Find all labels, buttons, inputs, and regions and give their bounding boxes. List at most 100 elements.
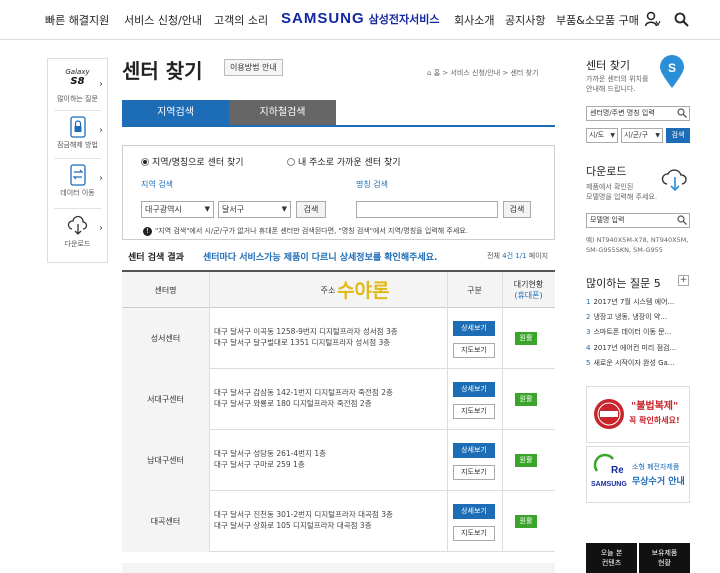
detail-button[interactable]: 상세보기 xyxy=(453,443,495,458)
sidebar-download-title: 다운로드 xyxy=(586,165,627,178)
galaxy-label: Galaxy xyxy=(65,68,90,76)
center-name: 대곡센터 xyxy=(122,491,209,552)
status-badge: 원활 xyxy=(515,454,537,467)
sidebar-search-button[interactable]: 검색 xyxy=(666,128,690,143)
divider xyxy=(447,272,448,552)
recent-contents-button[interactable]: 오늘 본 컨텐츠 xyxy=(586,543,637,573)
faq-text: 2017년 7월 시스템 에어... xyxy=(593,298,675,306)
info-icon: ! xyxy=(143,227,152,236)
nav-quick-support[interactable]: 빠른 해결지원 xyxy=(45,12,109,28)
address-lot: 대구 달서구 진천동 301-2번지 디지털프라자 대곡점 3층 xyxy=(214,510,393,519)
nav-service-request[interactable]: 서비스 신청/안내 xyxy=(124,12,202,28)
nav-notice[interactable]: 공지사항 xyxy=(505,12,545,28)
sidebar-find-title: 센터 찾기 xyxy=(586,59,630,72)
search-icon[interactable] xyxy=(677,215,687,225)
chevron-right-icon: › xyxy=(99,125,103,136)
banner-anti-piracy[interactable]: "불법복제" 꼭 확인하세요! xyxy=(586,386,690,443)
region-search-button[interactable]: 검색 xyxy=(296,201,326,218)
faq-text: 2017년 에어컨 미리 점검... xyxy=(593,344,677,352)
sidebar-district-select[interactable]: 시/군/구 ▼ xyxy=(621,128,663,143)
table-row: 서대구센터 대구 달서구 감삼동 142-1번지 디지털프라자 죽전점 2층 대구… xyxy=(122,369,555,430)
faq-more-button[interactable]: + xyxy=(678,275,689,286)
results-table: 센터명 주소 구분 대기현황 (휴대폰) 수야론 성서센터 대구 달서구 이곡동… xyxy=(122,270,555,552)
faq-item[interactable]: 3 스마트폰 데이터 이동 문... xyxy=(586,327,671,337)
city-select-value: 시/도 xyxy=(589,131,605,139)
center-address: 대구 달서구 이곡동 1258-9번지 디지털프라자 성서점 3층 대구 달서구 … xyxy=(214,326,398,348)
nav-company[interactable]: 회사소개 xyxy=(454,12,494,28)
breadcrumb-current: 센터 찾기 xyxy=(510,69,539,77)
status-badge: 원활 xyxy=(515,515,537,528)
chevron-down-icon: ▼ xyxy=(281,205,287,213)
quick-item-label: 잠금해제 방법 xyxy=(57,141,98,149)
address-lot: 대구 달서구 이곡동 1258-9번지 디지털프라자 성서점 3층 xyxy=(214,327,398,336)
city-select-value: 대구광역시 xyxy=(145,205,182,214)
search-icon[interactable] xyxy=(677,108,687,118)
page-title: 센터 찾기 xyxy=(122,59,203,83)
tab-subway-search[interactable]: 지하철검색 xyxy=(229,100,336,125)
sidebar-model-input[interactable]: 모델명 입력 xyxy=(586,213,690,228)
cloud-download-icon xyxy=(661,169,687,192)
model-example-line: 예) NT940X5M-X78, NT940X5M, xyxy=(586,236,689,244)
center-address: 대구 달서구 성당동 261-4번지 1층 대구 달서구 구마로 259 1층 xyxy=(214,448,326,470)
sidebar-center-input[interactable]: 센터명/주변 명칭 입력 xyxy=(586,106,690,121)
detail-button[interactable]: 상세보기 xyxy=(453,382,495,397)
count-prefix: 전체 xyxy=(487,252,500,260)
radio-region-name[interactable]: 지역/명칭으로 센터 찾기 xyxy=(141,155,244,168)
map-button[interactable]: 지도보기 xyxy=(453,404,495,419)
sidebar-city-select[interactable]: 시/도 ▼ xyxy=(586,128,618,143)
map-button[interactable]: 지도보기 xyxy=(453,526,495,541)
watermark: 수야론 xyxy=(337,280,390,302)
faq-text: 냉장고 냉동, 냉장이 약... xyxy=(593,313,668,321)
radio-dot xyxy=(287,158,295,166)
divider xyxy=(54,158,101,159)
nav-customer-voice[interactable]: 고객의 소리 xyxy=(214,12,268,28)
map-button[interactable]: 지도보기 xyxy=(453,465,495,480)
col-name: 센터명 xyxy=(154,285,177,295)
faq-item[interactable]: 4 2017년 에어컨 미리 점검... xyxy=(586,343,676,353)
breadcrumb-service[interactable]: 서비스 신청/안내 xyxy=(450,69,500,77)
center-address: 대구 달서구 감삼동 142-1번지 디지털프라자 죽전점 2층 대구 달서구 와… xyxy=(214,387,393,409)
center-name: 남대구센터 xyxy=(122,430,209,491)
map-button[interactable]: 지도보기 xyxy=(453,343,495,358)
radio-dot-selected xyxy=(141,158,149,166)
name-search-button[interactable]: 검색 xyxy=(503,201,531,218)
sidebar-download-desc: 제품에서 확인된 모델명을 입력해 주세요. xyxy=(586,182,657,202)
count-suffix: 페이지 xyxy=(528,252,549,260)
model-input-placeholder: 모델명 입력 xyxy=(590,216,625,224)
results-message: 센터마다 서비스가능 제품이 다르니 상세정보를 확인해주세요. xyxy=(203,253,438,263)
col-wait: 대기현황 (휴대폰) xyxy=(502,272,555,308)
tab-region-search[interactable]: 지역검색 xyxy=(122,100,229,125)
faq-item[interactable]: 5 새로운 시작이자 완성 Ga... xyxy=(586,358,675,368)
owned-products-button[interactable]: 보유제품 현황 xyxy=(639,543,690,573)
district-select[interactable]: 달서구 ▼ xyxy=(218,201,291,218)
faq-item[interactable]: 2 냉장고 냉동, 냉장이 약... xyxy=(586,312,667,322)
quick-item-label: 많이하는 질문 xyxy=(57,95,98,103)
detail-button[interactable]: 상세보기 xyxy=(453,504,495,519)
banner-recycle[interactable]: Re+ SAMSUNG 소형 폐전자제품 무상수거 안내 xyxy=(586,446,690,503)
find-desc-line: 가까운 센터의 위치를 xyxy=(586,75,649,83)
bottom-1-line: 오늘 본 xyxy=(600,549,623,557)
name-search-label: 명칭 검색 xyxy=(356,180,388,189)
faq-text: 스마트폰 데이터 이동 문... xyxy=(593,328,672,336)
model-example-line: SM-G955SKN, SM-G955 xyxy=(586,246,663,254)
chevron-down-icon: ▼ xyxy=(655,132,660,139)
city-select[interactable]: 대구광역시 ▼ xyxy=(141,201,214,218)
status-badge: 원활 xyxy=(515,332,537,345)
recycle-icon: Re+ xyxy=(593,453,623,475)
table-row: 남대구센터 대구 달서구 성당동 261-4번지 1층 대구 달서구 구마로 25… xyxy=(122,430,555,491)
radio-my-address[interactable]: 내 주소로 가까운 센터 찾기 xyxy=(287,155,401,168)
center-input-placeholder: 센터명/주변 명칭 입력 xyxy=(590,109,655,117)
sidebar-faq-title: 많이하는 질문 5 xyxy=(586,277,661,290)
quick-item-label: 데이터 이동 xyxy=(60,189,95,197)
breadcrumb-home[interactable]: 홈 xyxy=(434,69,440,77)
howto-button[interactable]: 이용방법 안내 xyxy=(224,59,283,76)
radio-label: 내 주소로 가까운 센터 찾기 xyxy=(298,158,401,168)
home-icon[interactable]: ⌂ xyxy=(427,69,431,77)
faq-item[interactable]: 1 2017년 7월 시스템 에어... xyxy=(586,297,674,307)
model-example: 예) NT940X5M-X78, NT940X5M, SM-G955SKN, S… xyxy=(586,235,688,255)
name-search-input[interactable] xyxy=(356,201,498,218)
banner1-sub: 꼭 확인하세요! xyxy=(629,416,680,425)
logo-brand: SAMSUNG xyxy=(281,10,365,27)
detail-button[interactable]: 상세보기 xyxy=(453,321,495,336)
samsung-logo[interactable]: SAMSUNG 삼성전자서비스 xyxy=(281,10,440,27)
